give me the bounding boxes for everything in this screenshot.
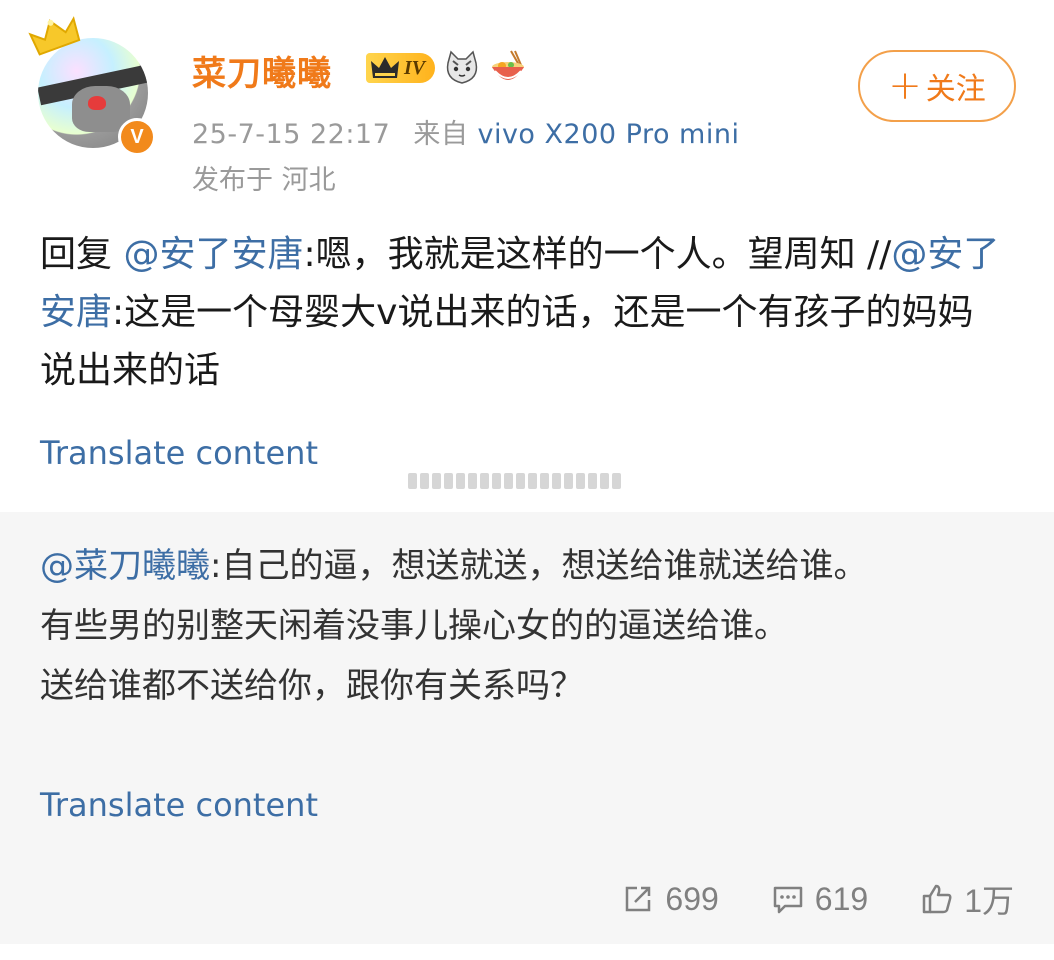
follow-button-label: 关注 <box>925 72 986 107</box>
post-meta: 25-7-15 22:17 来自 vivo X200 Pro mini <box>192 112 739 151</box>
verified-badge-icon: V <box>118 118 156 156</box>
post-text-part: :这是一个母婴大v说出来的话，还是一个有孩子的妈妈说出来的话 <box>40 292 974 391</box>
post-timestamp: 25-7-15 22:17 <box>192 119 391 150</box>
source-prefix: 来自 <box>413 119 469 150</box>
crown-icon <box>371 57 399 78</box>
username[interactable]: 菜刀曦曦 <box>192 46 332 95</box>
avatar[interactable]: V <box>28 16 160 158</box>
watermark <box>408 466 640 496</box>
comment-icon <box>773 886 803 914</box>
comment-count: 619 <box>814 880 869 917</box>
like-count: 1万 <box>964 883 1014 919</box>
repost-button[interactable]: 699 <box>621 880 719 918</box>
engagement-stats: 699 619 1万 <box>621 876 1014 922</box>
reply-prefix: 回复 <box>40 234 124 275</box>
post-device[interactable]: vivo X200 Pro mini <box>477 119 739 150</box>
like-button[interactable]: 1万 <box>920 876 1014 922</box>
quoted-line: 送给谁都不送给你，跟你有关系吗？ <box>40 666 584 706</box>
mention-link[interactable]: @安了安唐 <box>123 234 303 275</box>
mention-link[interactable]: @菜刀曦曦 <box>40 546 210 586</box>
post-text-part: :嗯，我就是这样的一个人。望周知 // <box>303 234 892 275</box>
level-badge[interactable]: IV <box>366 53 436 83</box>
post-body: 回复 @安了安唐:嗯，我就是这样的一个人。望周知 //@安了安唐:这是一个母婴大… <box>40 226 1000 400</box>
comment-button[interactable]: 619 <box>771 881 868 918</box>
translate-content-link[interactable]: Translate content <box>40 434 318 472</box>
level-badge-label: IV <box>404 56 426 79</box>
quoted-line: @菜刀曦曦:自己的逼，想送就送，想送给谁就送给谁。 <box>40 536 1000 596</box>
translate-content-link[interactable]: Translate content <box>40 786 318 824</box>
follow-button[interactable]: + 关注 <box>858 50 1016 122</box>
quoted-text-part: :自己的逼，想送就送，想送给谁就送给谁。 <box>210 546 868 586</box>
share-icon <box>626 886 651 912</box>
thumbs-up-icon <box>922 884 952 914</box>
noodle-bowl-icon <box>492 50 525 80</box>
cat-icon <box>446 50 478 84</box>
quoted-post[interactable]: @菜刀曦曦:自己的逼，想送就送，想送给谁就送给谁。 有些男的别整天闲着没事儿操心… <box>0 512 1054 944</box>
repost-count: 699 <box>665 880 719 917</box>
post-header: V 菜刀曦曦 IV 25-7-15 22:17 来自 vivo X200 Pro… <box>0 0 1054 200</box>
quoted-post-body: @菜刀曦曦:自己的逼，想送就送，想送给谁就送给谁。 有些男的别整天闲着没事儿操心… <box>40 536 1000 716</box>
user-badges: IV <box>366 46 527 90</box>
plus-icon: + <box>888 63 922 109</box>
quoted-line: 有些男的别整天闲着没事儿操心女的的逼送给谁。 <box>40 606 788 646</box>
post-location: 发布于 河北 <box>192 165 336 196</box>
